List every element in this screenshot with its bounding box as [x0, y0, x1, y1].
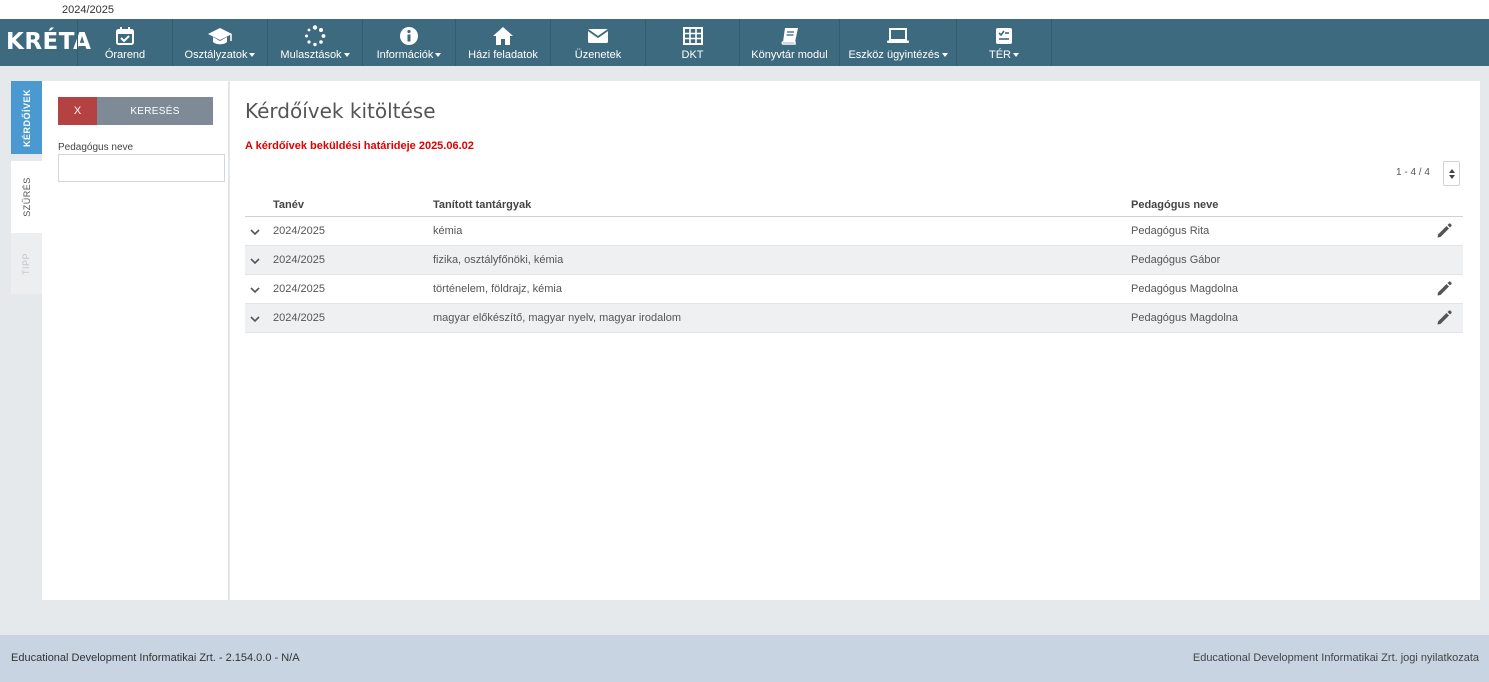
nav-item-eszkoz-ugyintezes[interactable]: Eszköz ügyintézés — [840, 19, 957, 66]
nav-label-uzenetek: Üzenetek — [574, 49, 622, 61]
chevron-down-icon[interactable] — [249, 284, 261, 296]
deadline-notice: A kérdőívek beküldési határideje 2025.06… — [245, 140, 474, 152]
caret-down-icon — [1013, 53, 1019, 58]
column-header-year[interactable]: Tanév — [273, 199, 304, 211]
nav-item-ter[interactable]: TÉR — [957, 19, 1052, 66]
table-row[interactable]: 2024/2025 kémia Pedagógus Rita — [245, 217, 1463, 246]
caret-down-icon — [249, 53, 256, 58]
laptop-icon — [840, 26, 956, 46]
pager-count: 1 - 4 / 4 — [1396, 167, 1430, 178]
search-button[interactable]: KERESÉS — [97, 97, 213, 125]
sort-down-icon — [1448, 174, 1455, 179]
table-row[interactable]: 2024/2025 magyar előkészítő, magyar nyel… — [245, 304, 1463, 333]
teacher-name-label: Pedagógus neve — [58, 142, 134, 153]
cell-year: 2024/2025 — [273, 283, 325, 295]
tab-kerdoivek-label: KÉRDŐÍVEK — [21, 88, 32, 147]
nav-item-dkt[interactable]: DKT — [646, 19, 740, 66]
nav-label-mulasztasok: Mulasztások — [280, 49, 342, 61]
cell-teacher: Pedagógus Gábor — [1131, 254, 1221, 266]
cell-year: 2024/2025 — [273, 225, 325, 237]
table-grid-icon — [646, 26, 739, 46]
nav-label-osztalyzatok: Osztályzatok — [184, 49, 248, 61]
school-year-label: 2024/2025 — [62, 4, 114, 16]
nav-item-hazi-feladatok[interactable]: Házi feladatok — [456, 19, 551, 66]
main-content: Kérdőívek kitöltése A kérdőívek beküldés… — [230, 81, 1480, 600]
cell-teacher: Pedagógus Magdolna — [1131, 312, 1239, 324]
tab-szures[interactable]: SZŰRÉS — [11, 161, 42, 233]
nav-label-konyvtar-modul: Könyvtár modul — [751, 49, 828, 61]
cell-subjects: kémia — [433, 225, 463, 237]
table-header: Tanév Tanított tantárgyak Pedagógus neve — [245, 193, 1463, 217]
chevron-down-icon[interactable] — [249, 255, 261, 267]
chevron-down-icon[interactable] — [249, 313, 261, 325]
nav-item-informaciok[interactable]: Információk — [363, 19, 456, 66]
survey-table: Tanév Tanított tantárgyak Pedagógus neve… — [245, 193, 1463, 333]
graduation-cap-icon — [173, 26, 267, 46]
page-footer: Educational Development Informatikai Zrt… — [0, 635, 1489, 682]
envelope-icon — [551, 26, 645, 46]
tab-szures-label: SZŰRÉS — [21, 177, 32, 217]
book-icon — [740, 26, 839, 46]
calendar-check-icon — [78, 26, 172, 46]
column-header-subjects[interactable]: Tanított tantárgyak — [433, 199, 531, 211]
checklist-icon — [957, 26, 1051, 46]
cell-teacher: Pedagógus Rita — [1131, 225, 1210, 237]
main-navbar: KRÉTA Órarend Osztályzatok Mulasztások I… — [0, 19, 1489, 66]
cell-teacher: Pedagógus Magdolna — [1131, 283, 1239, 295]
filter-panel: X KERESÉS Pedagógus neve — [42, 81, 229, 600]
footer-version-text: Educational Development Informatikai Zrt… — [11, 652, 300, 664]
nav-label-dkt: DKT — [681, 49, 704, 61]
clear-filter-button[interactable]: X — [58, 97, 97, 125]
nav-label-ter: TÉR — [989, 49, 1011, 61]
legal-notice-link[interactable]: Educational Development Informatikai Zrt… — [1193, 652, 1479, 664]
cell-subjects: magyar előkészítő, magyar nyelv, magyar … — [433, 312, 682, 324]
nav-label-informaciok: Információk — [376, 49, 434, 61]
caret-down-icon — [435, 53, 442, 58]
cell-subjects: történelem, földrajz, kémia — [433, 283, 562, 295]
pencil-icon[interactable] — [1435, 280, 1453, 298]
teacher-name-input[interactable] — [58, 154, 225, 182]
table-row[interactable]: 2024/2025 fizika, osztályfőnöki, kémia P… — [245, 246, 1463, 275]
cell-year: 2024/2025 — [273, 312, 325, 324]
nav-item-osztalyzatok[interactable]: Osztályzatok — [173, 19, 268, 66]
pencil-icon[interactable] — [1435, 309, 1453, 327]
nav-label-orarend: Órarend — [104, 49, 146, 61]
nav-label-eszkoz-ugyintezes: Eszköz ügyintézés — [848, 49, 940, 61]
page-size-selector[interactable] — [1443, 161, 1460, 186]
sort-up-icon — [1448, 168, 1455, 173]
caret-down-icon — [343, 53, 350, 58]
nav-item-konyvtar-modul[interactable]: Könyvtár modul — [740, 19, 840, 66]
spinner-icon — [268, 25, 362, 47]
tab-kerdoivek[interactable]: KÉRDŐÍVEK — [11, 81, 42, 154]
tab-tipp: TIPP — [11, 233, 42, 294]
column-header-teacher[interactable]: Pedagógus neve — [1131, 199, 1218, 211]
nav-item-uzenetek[interactable]: Üzenetek — [551, 19, 646, 66]
cell-subjects: fizika, osztályfőnöki, kémia — [433, 254, 564, 266]
page-title: Kérdőívek kitöltése — [245, 99, 436, 123]
nav-item-orarend[interactable]: Órarend — [78, 19, 173, 66]
table-row[interactable]: 2024/2025 történelem, földrajz, kémia Pe… — [245, 275, 1463, 304]
top-strip: 2024/2025 — [0, 0, 1489, 19]
home-icon — [456, 26, 550, 46]
nav-label-hazi-feladatok: Házi feladatok — [468, 49, 538, 61]
pencil-icon[interactable] — [1435, 222, 1453, 240]
nav-item-mulasztasok[interactable]: Mulasztások — [268, 19, 363, 66]
info-circle-icon — [363, 26, 455, 46]
caret-down-icon — [941, 53, 948, 58]
cell-year: 2024/2025 — [273, 254, 325, 266]
chevron-down-icon[interactable] — [249, 226, 261, 238]
tab-tipp-label: TIPP — [21, 252, 32, 275]
